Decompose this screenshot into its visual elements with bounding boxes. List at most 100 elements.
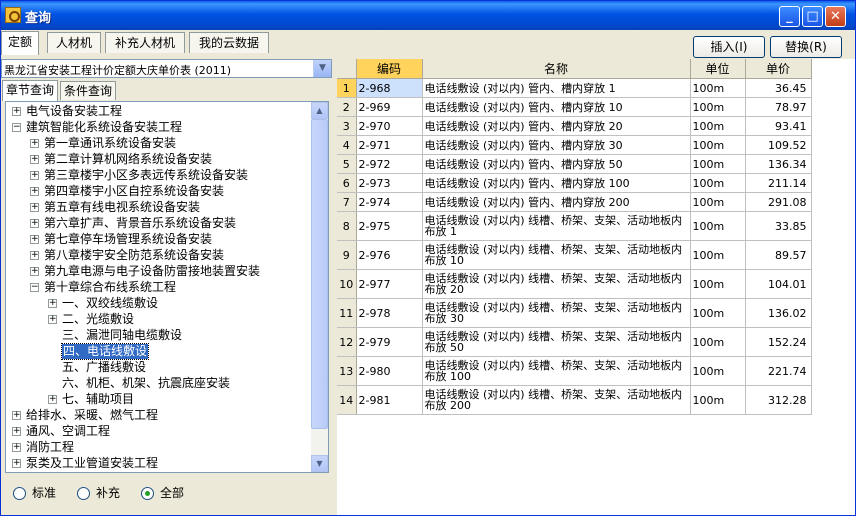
table-row[interactable]: 5 2-972 电话线敷设 (对以内) 管内、槽内穿放 50 100m 136.34 xyxy=(337,154,812,174)
price-cell[interactable]: 312.28 xyxy=(745,385,812,415)
expand-icon[interactable]: + xyxy=(48,315,57,324)
code-cell[interactable]: 2-974 xyxy=(356,192,423,212)
table-row[interactable]: 9 2-976 电话线敷设 (对以内) 线槽、桥架、支架、活动地板内布放 10 100… xyxy=(337,240,812,270)
table-row[interactable]: 14 2-981 电话线敷设 (对以内) 线槽、桥架、支架、活动地板内布放 200 1… xyxy=(337,385,812,415)
unit-cell[interactable]: 100m xyxy=(690,356,746,386)
name-cell[interactable]: 电话线敷设 (对以内) 管内、槽内穿放 200 xyxy=(422,192,691,212)
header-name[interactable]: 名称 xyxy=(422,59,691,79)
expand-icon[interactable]: + xyxy=(30,139,39,148)
row-index[interactable]: 3 xyxy=(337,116,357,136)
row-index[interactable]: 7 xyxy=(337,192,357,212)
row-index[interactable]: 12 xyxy=(337,327,357,357)
row-index[interactable]: 11 xyxy=(337,298,357,328)
expand-icon[interactable]: + xyxy=(30,219,39,228)
table-row[interactable]: 4 2-971 电话线敷设 (对以内) 管内、槽内穿放 30 100m 109.52 xyxy=(337,135,812,155)
expand-icon[interactable]: + xyxy=(12,411,21,420)
price-cell[interactable]: 291.08 xyxy=(745,192,812,212)
expand-icon[interactable]: + xyxy=(12,459,21,468)
code-cell[interactable]: 2-973 xyxy=(356,173,423,193)
code-cell[interactable]: 2-968 xyxy=(356,78,423,98)
table-row[interactable]: 6 2-973 电话线敷设 (对以内) 管内、槽内穿放 100 100m 211.14 xyxy=(337,173,812,193)
unit-cell[interactable]: 100m xyxy=(690,327,746,357)
table-row[interactable]: 12 2-979 电话线敷设 (对以内) 线槽、桥架、支架、活动地板内布放 50 10… xyxy=(337,327,812,357)
radio-all[interactable]: 全部 xyxy=(141,485,184,501)
table-row[interactable]: 8 2-975 电话线敷设 (对以内) 线槽、桥架、支架、活动地板内布放 1 100m… xyxy=(337,211,812,241)
price-cell[interactable]: 33.85 xyxy=(745,211,812,241)
price-cell[interactable]: 136.02 xyxy=(745,298,812,328)
table-row[interactable]: 3 2-970 电话线敷设 (对以内) 管内、槽内穿放 20 100m 93.41 xyxy=(337,116,812,136)
code-cell[interactable]: 2-979 xyxy=(356,327,423,357)
replace-button[interactable]: 替换(R) xyxy=(770,36,842,58)
header-price[interactable]: 单价 xyxy=(745,59,812,79)
tab-quota[interactable]: 定额 xyxy=(1,31,39,55)
name-cell[interactable]: 电话线敷设 (对以内) 管内、槽内穿放 20 xyxy=(422,116,691,136)
scroll-up-icon[interactable]: ▲ xyxy=(311,102,328,119)
code-cell[interactable]: 2-969 xyxy=(356,97,423,117)
header-code[interactable]: 编码 xyxy=(356,59,423,79)
code-cell[interactable]: 2-970 xyxy=(356,116,423,136)
name-cell[interactable]: 电话线敷设 (对以内) 管内、槽内穿放 100 xyxy=(422,173,691,193)
tab-supplement-lmm[interactable]: 补充人材机 xyxy=(105,32,185,53)
expand-icon[interactable]: + xyxy=(30,171,39,180)
code-cell[interactable]: 2-981 xyxy=(356,385,423,415)
maximize-button[interactable]: □ xyxy=(802,6,823,27)
table-row[interactable]: 7 2-974 电话线敷设 (对以内) 管内、槽内穿放 200 100m 291.08 xyxy=(337,192,812,212)
tab-cloud-data[interactable]: 我的云数据 xyxy=(189,32,269,53)
price-cell[interactable]: 152.24 xyxy=(745,327,812,357)
row-index[interactable]: 8 xyxy=(337,211,357,241)
unit-cell[interactable]: 100m xyxy=(690,192,746,212)
table-row[interactable]: 10 2-977 电话线敷设 (对以内) 线槽、桥架、支架、活动地板内布放 20 10… xyxy=(337,269,812,299)
row-index[interactable]: 10 xyxy=(337,269,357,299)
expand-icon[interactable]: + xyxy=(30,251,39,260)
code-cell[interactable]: 2-972 xyxy=(356,154,423,174)
header-unit[interactable]: 单位 xyxy=(690,59,746,79)
row-index[interactable]: 4 xyxy=(337,135,357,155)
row-index[interactable]: 5 xyxy=(337,154,357,174)
table-row[interactable]: 1 2-968 电话线敷设 (对以内) 管内、槽内穿放 1 100m 36.45 xyxy=(337,78,812,98)
name-cell[interactable]: 电话线敷设 (对以内) 线槽、桥架、支架、活动地板内布放 1 xyxy=(422,211,691,241)
unit-cell[interactable]: 100m xyxy=(690,97,746,117)
name-cell[interactable]: 电话线敷设 (对以内) 线槽、桥架、支架、活动地板内布放 20 xyxy=(422,269,691,299)
table-row[interactable]: 11 2-978 电话线敷设 (对以内) 线槽、桥架、支架、活动地板内布放 30 10… xyxy=(337,298,812,328)
name-cell[interactable]: 电话线敷设 (对以内) 管内、槽内穿放 30 xyxy=(422,135,691,155)
radio-standard[interactable]: 标准 xyxy=(13,485,56,501)
unit-cell[interactable]: 100m xyxy=(690,269,746,299)
code-cell[interactable]: 2-977 xyxy=(356,269,423,299)
name-cell[interactable]: 电话线敷设 (对以内) 管内、槽内穿放 10 xyxy=(422,97,691,117)
expand-icon[interactable]: + xyxy=(12,427,21,436)
close-button[interactable]: ✕ xyxy=(825,6,846,27)
tree-scrollbar[interactable]: ▲ ▼ xyxy=(311,102,328,472)
name-cell[interactable]: 电话线敷设 (对以内) 管内、槽内穿放 1 xyxy=(422,78,691,98)
unit-cell[interactable]: 100m xyxy=(690,78,746,98)
minimize-button[interactable]: _ xyxy=(779,6,800,27)
price-cell[interactable]: 89.57 xyxy=(745,240,812,270)
tab-chapter-query[interactable]: 章节查询 xyxy=(2,80,59,101)
code-cell[interactable]: 2-980 xyxy=(356,356,423,386)
radio-supplement[interactable]: 补充 xyxy=(77,485,120,501)
table-row[interactable]: 13 2-980 电话线敷设 (对以内) 线槽、桥架、支架、活动地板内布放 100 1… xyxy=(337,356,812,386)
expand-icon[interactable]: + xyxy=(30,155,39,164)
row-index[interactable]: 1 xyxy=(337,78,357,98)
table-row[interactable]: 2 2-969 电话线敷设 (对以内) 管内、槽内穿放 10 100m 78.97 xyxy=(337,97,812,117)
name-cell[interactable]: 电话线敷设 (对以内) 管内、槽内穿放 50 xyxy=(422,154,691,174)
expand-icon[interactable]: + xyxy=(30,235,39,244)
tab-condition-query[interactable]: 条件查询 xyxy=(60,81,117,100)
expand-icon[interactable]: + xyxy=(30,187,39,196)
row-index[interactable]: 6 xyxy=(337,173,357,193)
expand-icon[interactable]: + xyxy=(12,443,21,452)
title-bar[interactable]: 查询 _ □ ✕ xyxy=(1,1,855,30)
code-cell[interactable]: 2-975 xyxy=(356,211,423,241)
chapter-tree[interactable]: + 电气设备安装工程 − 建筑智能化系统设备安装工程 + 第一章通讯系统设备安装 + 第二章计… xyxy=(5,101,329,473)
scroll-down-icon[interactable]: ▼ xyxy=(311,455,328,472)
price-cell[interactable]: 221.74 xyxy=(745,356,812,386)
code-cell[interactable]: 2-971 xyxy=(356,135,423,155)
price-cell[interactable]: 78.97 xyxy=(745,97,812,117)
name-cell[interactable]: 电话线敷设 (对以内) 线槽、桥架、支架、活动地板内布放 30 xyxy=(422,298,691,328)
tab-labor-material-machine[interactable]: 人材机 xyxy=(47,32,101,53)
unit-cell[interactable]: 100m xyxy=(690,298,746,328)
code-cell[interactable]: 2-976 xyxy=(356,240,423,270)
unit-cell[interactable]: 100m xyxy=(690,173,746,193)
row-index[interactable]: 9 xyxy=(337,240,357,270)
row-index[interactable]: 2 xyxy=(337,97,357,117)
name-cell[interactable]: 电话线敷设 (对以内) 线槽、桥架、支架、活动地板内布放 100 xyxy=(422,356,691,386)
